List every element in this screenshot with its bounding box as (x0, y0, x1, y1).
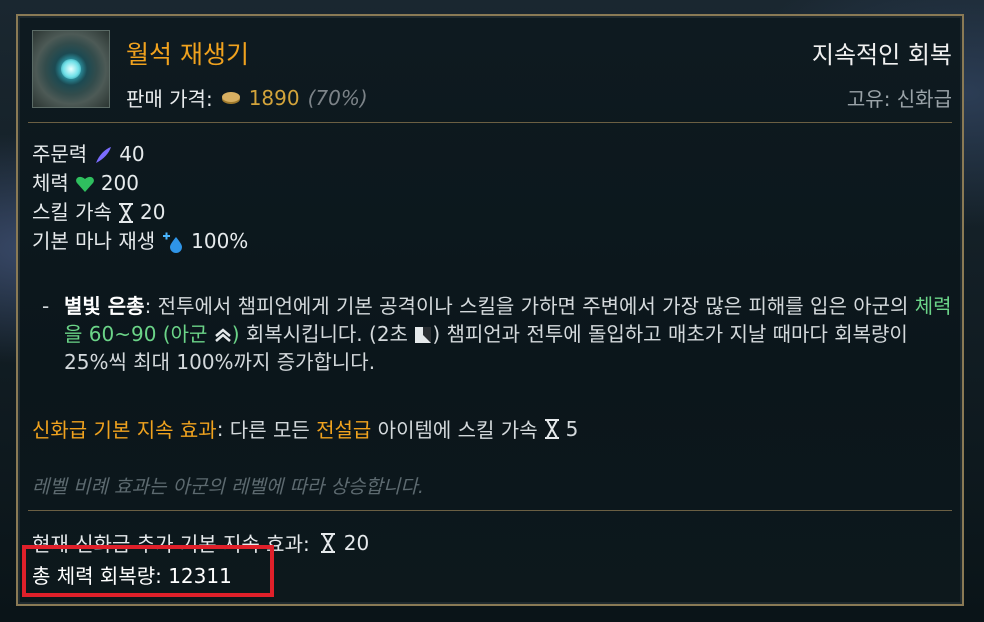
stat-label: 스킬 가속 (32, 200, 112, 224)
current-bonus-value: 20 (343, 530, 370, 555)
hourglass-icon (118, 202, 133, 223)
passive-text-2: 회복시킵니다. (2초 (239, 322, 408, 346)
ability-power-icon (96, 146, 112, 163)
rarity-label: 고유: 신화급 (846, 87, 952, 111)
hourglass-icon (544, 418, 559, 439)
passive-body: 별빛 은총: 전투에서 챔피언에게 기본 공격이나 스킬을 가하면 주변에서 가… (64, 294, 952, 374)
passive-text-1: 전투에서 챔피언에게 기본 공격이나 스킬을 가하면 주변에서 가장 많은 피해… (151, 294, 915, 318)
stat-value: 100% (191, 229, 249, 253)
price-row: 판매 가격: 1890 (70%) (126, 83, 368, 112)
mythic-value: 5 (565, 416, 579, 441)
price-value: 1890 (248, 85, 300, 110)
stat-label: 기본 마나 재생 (32, 229, 156, 253)
health-heart-icon (75, 176, 94, 192)
cooldown-clock-icon (415, 327, 432, 343)
item-name: 월석 재생기 (126, 40, 249, 69)
stat-value: 200 (100, 171, 139, 195)
item-category: 지속적인 회복 (811, 41, 952, 69)
mythic-label: 신화급 기본 지속 효과 (32, 418, 217, 442)
mythic-colon: : (216, 416, 224, 441)
passive-description: - 별빛 은총: 전투에서 챔피언에게 기본 공격이나 스킬을 가하면 주변에서… (42, 292, 952, 376)
mythic-text-2: 아이템에 스킬 가속 (371, 418, 538, 442)
footer-divider (28, 510, 952, 511)
mythic-text-1: 다른 모든 (223, 418, 317, 442)
level-up-chevron-icon (214, 328, 231, 342)
stat-mana-regen: 기본 마나 재생 100% (32, 227, 248, 256)
mythic-passive: 신화급 기본 지속 효과 : 다른 모든 전설급 아이템에 스킬 가속 5 (32, 414, 578, 443)
hourglass-icon (320, 532, 335, 553)
flavor-text: 레벨 비례 효과는 아군의 레벨에 따라 상승합니다. (32, 476, 424, 498)
item-tooltip: 월석 재생기 지속적인 회복 판매 가격: 1890 (70%) 고유: 신화급… (16, 14, 964, 606)
stat-health: 체력 200 (32, 169, 248, 198)
stat-value: 40 (119, 142, 145, 166)
highlight-box (22, 545, 274, 597)
stat-ability-haste: 스킬 가속 20 (32, 198, 248, 227)
passive-name: 별빛 은총 (64, 294, 145, 318)
stat-label: 주문력 (32, 142, 88, 166)
price-percent: (70%) (307, 85, 368, 110)
price-label: 판매 가격: (126, 87, 213, 111)
header-divider (28, 122, 952, 123)
stat-ability-power: 주문력 40 (32, 140, 248, 169)
stat-value: 20 (139, 200, 166, 224)
item-icon (32, 30, 110, 108)
mana-regen-icon (163, 232, 183, 253)
gold-coin-icon (221, 91, 240, 104)
passive-bullet: - (42, 294, 50, 318)
stats-list: 주문력 40 체력 200 스킬 가속 20 기본 마나 재생 100% (32, 140, 248, 256)
stat-label: 체력 (32, 171, 69, 195)
legendary-label: 전설급 (316, 418, 372, 442)
